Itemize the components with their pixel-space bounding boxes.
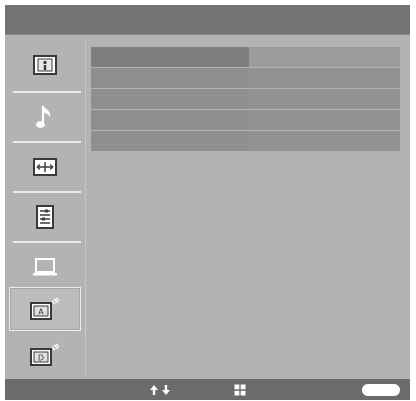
analog-tv-icon: A (30, 297, 60, 320)
settings-table (91, 47, 400, 152)
sidebar-item-sound[interactable] (9, 93, 81, 141)
laptop-input-icon (33, 258, 57, 276)
table-row[interactable] (91, 131, 400, 151)
svg-text:D: D (38, 354, 44, 363)
sidebar-item-setup[interactable] (9, 193, 81, 241)
table-row[interactable] (91, 68, 400, 88)
sidebar-item-digital[interactable]: D (9, 333, 81, 377)
setting-label (91, 68, 249, 88)
setting-value (249, 89, 400, 109)
screen-adjust-icon (33, 158, 57, 176)
table-row[interactable] (91, 89, 400, 109)
sidebar-item-screen[interactable] (9, 143, 81, 191)
navigate-hint (145, 379, 175, 400)
status-bar (5, 379, 410, 400)
setting-value (249, 47, 400, 67)
music-note-icon (36, 106, 51, 128)
enter-hint (230, 379, 250, 400)
svg-text:A: A (38, 308, 44, 317)
tv-menu-window: A D (5, 5, 410, 400)
digital-tv-icon: D (30, 343, 60, 366)
setting-value (249, 68, 400, 88)
enter-button-icon (234, 384, 246, 395)
sidebar-item-pc[interactable] (9, 243, 81, 291)
sidebar-item-analog[interactable]: A (9, 287, 81, 331)
setting-label (91, 89, 249, 109)
table-row[interactable] (91, 110, 400, 130)
settings-list-icon (36, 205, 54, 229)
picture-icon (33, 55, 57, 75)
return-button-icon (362, 384, 400, 396)
sidebar-item-picture[interactable] (9, 41, 81, 89)
setting-value (249, 131, 400, 151)
setting-label (91, 110, 249, 130)
table-row[interactable] (91, 47, 400, 67)
content-divider (85, 41, 86, 374)
title-bar (5, 5, 410, 35)
setting-label (91, 47, 249, 67)
up-down-arrows-icon (150, 384, 170, 395)
sidebar: A D (5, 41, 83, 371)
setting-label (91, 131, 249, 151)
setting-value (249, 110, 400, 130)
